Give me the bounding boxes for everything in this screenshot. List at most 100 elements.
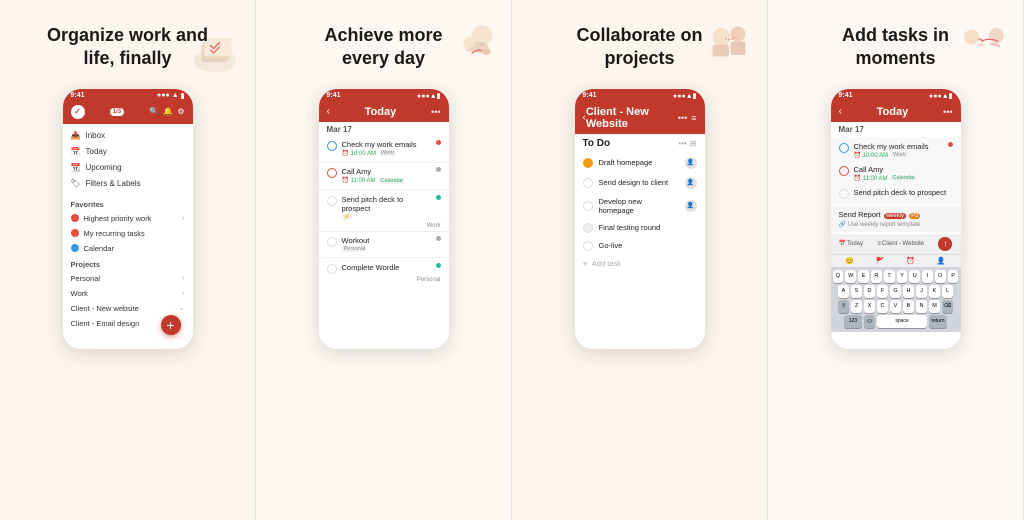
todo-check-3[interactable] xyxy=(583,201,593,211)
proj-item-work[interactable]: Work › xyxy=(63,286,193,301)
settings-icon[interactable]: ⚙ xyxy=(177,107,184,116)
key-c[interactable]: C xyxy=(877,300,888,313)
key-j[interactable]: J xyxy=(916,285,927,298)
proj-item-client-new[interactable]: Client - New website ⌄ xyxy=(63,301,193,316)
key-backspace[interactable]: ⌫ xyxy=(942,300,953,313)
key-s[interactable]: S xyxy=(851,285,862,298)
task-input-area[interactable]: Send Report weekly P2 🔗 Use weekly repor… xyxy=(831,206,961,232)
key-w[interactable]: W xyxy=(845,270,856,283)
fab-add-task[interactable]: + xyxy=(161,315,181,335)
emoji-person[interactable]: 👤 xyxy=(937,257,946,265)
task-check-5[interactable] xyxy=(327,264,337,274)
proj-item-personal[interactable]: Personal › xyxy=(63,271,193,286)
key-n[interactable]: N xyxy=(916,300,927,313)
more-icon-3[interactable]: ••• xyxy=(678,113,687,123)
key-p[interactable]: P xyxy=(948,270,959,283)
today-label: Today xyxy=(86,147,107,156)
key-v[interactable]: V xyxy=(890,300,901,313)
task-check-3[interactable] xyxy=(327,196,337,206)
today-picker[interactable]: 📅 Today xyxy=(839,240,864,247)
task-check-1[interactable] xyxy=(327,141,337,151)
emoji-flag[interactable]: 🚩 xyxy=(876,257,885,265)
time-1: 9:41 xyxy=(71,92,85,99)
fav-item-1[interactable]: Highest priority work › xyxy=(63,211,193,226)
illustration-4 xyxy=(955,18,1015,73)
task-time-1: ⏰ 10:00 AM xyxy=(342,150,377,157)
emoji-smile[interactable]: 😊 xyxy=(845,257,854,265)
key-t[interactable]: T xyxy=(884,270,895,283)
key-u[interactable]: U xyxy=(909,270,920,283)
key-m[interactable]: M xyxy=(929,300,940,313)
key-o[interactable]: O xyxy=(935,270,946,283)
todo-check-1[interactable] xyxy=(583,158,593,168)
key-space[interactable]: space xyxy=(877,315,927,328)
emoji-clock[interactable]: ⏰ xyxy=(906,257,915,265)
todo-more-icon[interactable]: ••• xyxy=(678,139,686,148)
todo-check-5[interactable] xyxy=(583,241,593,251)
task-info-5: Complete Wordle xyxy=(342,263,431,272)
search-icon[interactable]: 🔍 xyxy=(149,107,159,116)
todo-item-3[interactable]: Develop new homepage 👤 xyxy=(575,193,705,219)
key-k[interactable]: K xyxy=(929,285,940,298)
key-b[interactable]: B xyxy=(903,300,914,313)
key-shift[interactable]: ⇧ xyxy=(838,300,849,313)
fav-item-2[interactable]: My recurring tasks xyxy=(63,226,193,241)
sort-icon-3[interactable]: ≡ xyxy=(691,113,696,123)
key-i[interactable]: I xyxy=(922,270,933,283)
task-check-4[interactable] xyxy=(327,237,337,247)
project-label: Client - Website xyxy=(882,241,924,247)
todo-text-3: Develop new homepage xyxy=(599,197,679,215)
panel-4-heading: Add tasks inmoments xyxy=(842,24,949,71)
p4-check-1[interactable] xyxy=(839,143,849,153)
key-emoji[interactable]: ☺ xyxy=(864,315,875,328)
send-button[interactable]: ↑ xyxy=(938,237,952,251)
p4-tag-2: Calendar xyxy=(891,175,917,181)
more-icon-4[interactable]: ••• xyxy=(943,107,952,117)
todo-check-2[interactable] xyxy=(583,178,593,188)
task-divider-2 xyxy=(319,189,449,190)
key-g[interactable]: G xyxy=(890,285,901,298)
nav-item-today[interactable]: 📅 Today xyxy=(63,144,193,160)
todo-item-1[interactable]: Draft homepage 👤 xyxy=(575,153,705,173)
task-dot-5 xyxy=(436,263,441,268)
task-divider-1 xyxy=(319,162,449,163)
panel-collaborate: Collaborate onprojects 9:41 ●●●▲▮ ‹ Clie… xyxy=(512,0,768,520)
p4-meta-2: ⏰ 11:00 AM Calendar xyxy=(854,175,953,182)
back-arrow-4[interactable]: ‹ xyxy=(839,106,842,117)
add-task-row[interactable]: + Add task xyxy=(575,255,705,273)
todo-item-2[interactable]: Send design to client 👤 xyxy=(575,173,705,193)
key-h[interactable]: H xyxy=(903,285,914,298)
key-l[interactable]: L xyxy=(942,285,953,298)
key-f[interactable]: F xyxy=(877,285,888,298)
p4-check-2[interactable] xyxy=(839,166,849,176)
nav-item-upcoming[interactable]: 📆 Upcoming xyxy=(63,160,193,176)
todo-item-5[interactable]: Go-live xyxy=(575,237,705,255)
key-123[interactable]: 123 xyxy=(844,315,862,328)
toolbar-3: ‹ Client - New Website ••• ≡ xyxy=(575,102,705,134)
todo-check-4[interactable] xyxy=(583,223,593,233)
fav-chevron-1: › xyxy=(182,215,184,222)
signal-4: ●●●▲▮ xyxy=(929,92,952,100)
nav-item-inbox[interactable]: 📥 Inbox xyxy=(63,128,193,144)
key-z[interactable]: Z xyxy=(851,300,862,313)
key-e[interactable]: E xyxy=(858,270,869,283)
key-x[interactable]: X xyxy=(864,300,875,313)
todo-item-4[interactable]: Final testing round xyxy=(575,219,705,237)
more-icon-2[interactable]: ••• xyxy=(431,107,440,117)
task-tag-3b: Work xyxy=(319,223,449,229)
key-r[interactable]: R xyxy=(871,270,882,283)
key-a[interactable]: A xyxy=(838,285,849,298)
task-check-2[interactable] xyxy=(327,168,337,178)
todo-sort-icon[interactable]: ⊞ xyxy=(690,139,697,148)
key-d[interactable]: D xyxy=(864,285,875,298)
p4-check-3[interactable] xyxy=(839,189,849,199)
key-return[interactable]: return xyxy=(929,315,947,328)
key-y[interactable]: Y xyxy=(897,270,908,283)
project-picker[interactable]: ≡ Client - Website xyxy=(877,241,924,247)
nav-item-filters[interactable]: 🏷 Filters & Labels xyxy=(63,176,193,192)
bell-icon[interactable]: 🔔 xyxy=(163,107,173,116)
filters-icon: 🏷 xyxy=(71,179,81,189)
back-arrow-2[interactable]: ‹ xyxy=(327,106,330,117)
key-q[interactable]: Q xyxy=(833,270,844,283)
fav-item-3[interactable]: Calendar xyxy=(63,241,193,256)
